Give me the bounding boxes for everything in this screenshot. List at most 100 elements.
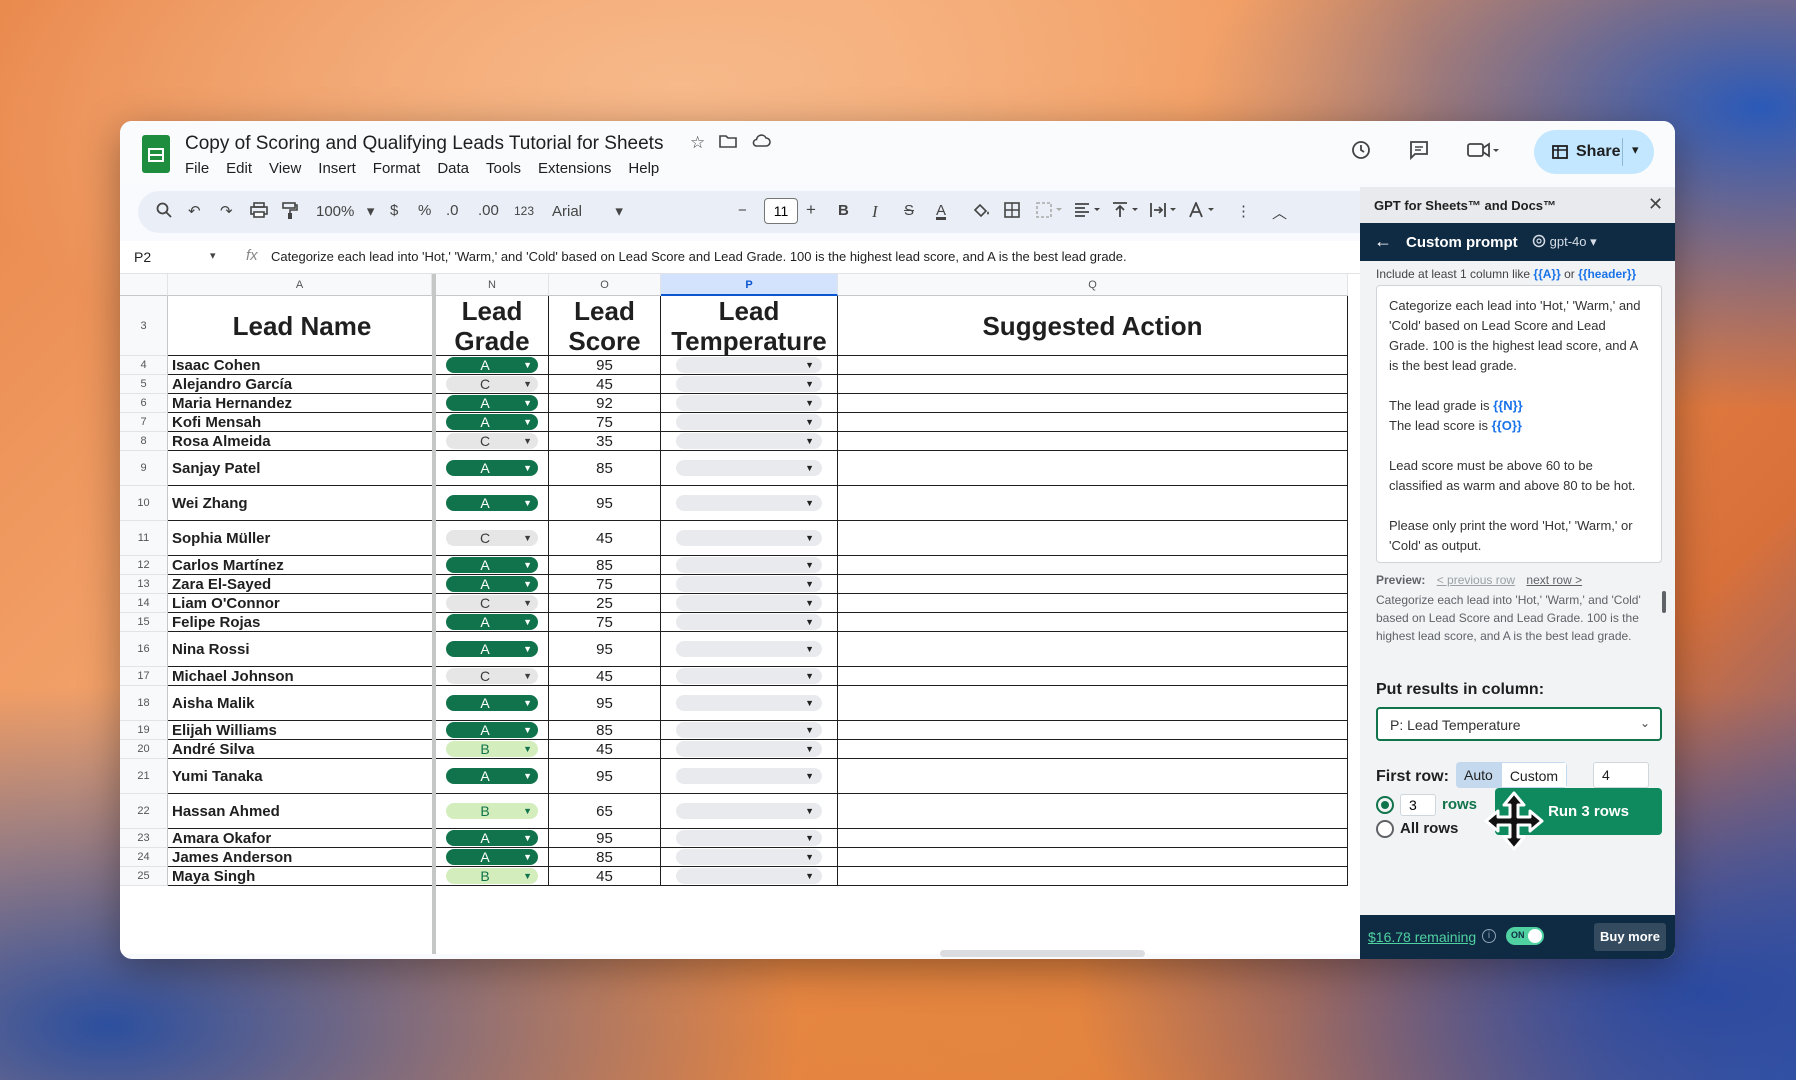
- lead-temperature-cell[interactable]: ▼: [661, 740, 838, 759]
- lead-name-cell[interactable]: Elijah Williams: [168, 721, 432, 740]
- lead-temperature-cell[interactable]: ▼: [661, 375, 838, 394]
- lead-grade-cell[interactable]: C ▼: [436, 375, 549, 394]
- lead-name-cell[interactable]: Alejandro García: [168, 375, 432, 394]
- lead-temperature-cell[interactable]: ▼: [661, 594, 838, 613]
- lead-name-cell[interactable]: Sophia Müller: [168, 521, 432, 556]
- temperature-dropdown-chip[interactable]: ▼: [676, 641, 822, 657]
- font-select[interactable]: Arial ▾: [552, 202, 623, 220]
- redo-icon[interactable]: ↷: [220, 202, 233, 220]
- lead-grade-cell[interactable]: C ▼: [436, 432, 549, 451]
- lead-grade-cell[interactable]: A ▼: [436, 848, 549, 867]
- lead-grade-cell[interactable]: A ▼: [436, 759, 549, 794]
- suggested-action-cell[interactable]: [838, 394, 1348, 413]
- suggested-action-cell[interactable]: [838, 829, 1348, 848]
- lead-temperature-cell[interactable]: ▼: [661, 356, 838, 375]
- temperature-dropdown-chip[interactable]: ▼: [676, 849, 822, 865]
- lead-name-cell[interactable]: Kofi Mensah: [168, 413, 432, 432]
- lead-temperature-cell[interactable]: ▼: [661, 575, 838, 594]
- temperature-dropdown-chip[interactable]: ▼: [676, 830, 822, 846]
- temperature-dropdown-chip[interactable]: ▼: [676, 722, 822, 738]
- lead-grade-header[interactable]: Lead Grade: [436, 296, 549, 356]
- suggested-action-cell[interactable]: [838, 451, 1348, 486]
- grade-dropdown-chip[interactable]: C ▼: [446, 595, 538, 611]
- print-icon[interactable]: [250, 202, 268, 222]
- lead-grade-cell[interactable]: C ▼: [436, 667, 549, 686]
- decrease-font-size-button[interactable]: −: [738, 202, 747, 219]
- temperature-dropdown-chip[interactable]: ▼: [676, 695, 822, 711]
- lead-temperature-cell[interactable]: ▼: [661, 556, 838, 575]
- suggested-action-cell[interactable]: [838, 740, 1348, 759]
- lead-grade-cell[interactable]: A ▼: [436, 575, 549, 594]
- temperature-dropdown-chip[interactable]: ▼: [676, 668, 822, 684]
- suggested-action-cell[interactable]: [838, 556, 1348, 575]
- suggested-action-cell[interactable]: [838, 356, 1348, 375]
- horizontal-align-icon[interactable]: [1074, 202, 1104, 222]
- menu-view[interactable]: View: [269, 160, 301, 177]
- horizontal-scrollbar[interactable]: [940, 950, 1145, 957]
- grade-dropdown-chip[interactable]: A ▼: [446, 641, 538, 657]
- row-number[interactable]: 22: [120, 794, 168, 829]
- suggested-action-cell[interactable]: [838, 667, 1348, 686]
- formula-input[interactable]: Categorize each lead into 'Hot,' 'Warm,'…: [271, 249, 1127, 264]
- suggested-action-cell[interactable]: [838, 594, 1348, 613]
- suggested-action-cell[interactable]: [838, 721, 1348, 740]
- lead-score-cell[interactable]: 45: [549, 375, 661, 394]
- name-box-dropdown-icon[interactable]: ▾: [210, 249, 216, 262]
- row-number[interactable]: 5: [120, 375, 168, 394]
- lead-score-header[interactable]: Lead Score: [549, 296, 661, 356]
- menu-format[interactable]: Format: [373, 160, 421, 177]
- temperature-dropdown-chip[interactable]: ▼: [676, 614, 822, 630]
- lead-temperature-cell[interactable]: ▼: [661, 794, 838, 829]
- temperature-dropdown-chip[interactable]: ▼: [676, 557, 822, 573]
- suggested-action-cell[interactable]: [838, 432, 1348, 451]
- preview-scrollbar[interactable]: [1662, 591, 1666, 613]
- lead-grade-cell[interactable]: A ▼: [436, 632, 549, 667]
- grade-dropdown-chip[interactable]: C ▼: [446, 530, 538, 546]
- column-header-n[interactable]: N: [436, 274, 549, 296]
- lead-temperature-cell[interactable]: ▼: [661, 721, 838, 740]
- lead-grade-cell[interactable]: B ▼: [436, 740, 549, 759]
- lead-score-cell[interactable]: 45: [549, 867, 661, 886]
- strikethrough-button[interactable]: S: [904, 202, 914, 219]
- lead-name-cell[interactable]: Isaac Cohen: [168, 356, 432, 375]
- lead-temperature-cell[interactable]: ▼: [661, 829, 838, 848]
- lead-score-cell[interactable]: 75: [549, 575, 661, 594]
- currency-format-button[interactable]: $: [390, 202, 398, 219]
- lead-grade-cell[interactable]: C ▼: [436, 594, 549, 613]
- temperature-dropdown-chip[interactable]: ▼: [676, 357, 822, 373]
- zoom-select[interactable]: 100% ▾: [316, 202, 374, 220]
- lead-name-header[interactable]: Lead Name: [168, 296, 432, 356]
- undo-icon[interactable]: ↶: [188, 202, 201, 220]
- lead-score-cell[interactable]: 45: [549, 740, 661, 759]
- info-icon[interactable]: i: [1482, 929, 1496, 943]
- row-number[interactable]: 4: [120, 356, 168, 375]
- lead-name-cell[interactable]: Hassan Ahmed: [168, 794, 432, 829]
- bold-button[interactable]: B: [838, 202, 849, 219]
- frozen-column-divider[interactable]: [432, 274, 436, 954]
- version-history-icon[interactable]: [1350, 139, 1372, 167]
- temperature-dropdown-chip[interactable]: ▼: [676, 376, 822, 392]
- lead-score-cell[interactable]: 92: [549, 394, 661, 413]
- decrease-decimal-button[interactable]: .0: [446, 202, 459, 219]
- menu-file[interactable]: File: [185, 160, 209, 177]
- grade-dropdown-chip[interactable]: C ▼: [446, 376, 538, 392]
- lead-name-cell[interactable]: Carlos Martínez: [168, 556, 432, 575]
- previous-row-link[interactable]: < previous row: [1437, 573, 1515, 587]
- grade-dropdown-chip[interactable]: A ▼: [446, 722, 538, 738]
- row-number[interactable]: 18: [120, 686, 168, 721]
- lead-grade-cell[interactable]: A ▼: [436, 451, 549, 486]
- lead-name-cell[interactable]: Liam O'Connor: [168, 594, 432, 613]
- lead-grade-cell[interactable]: A ▼: [436, 613, 549, 632]
- lead-name-cell[interactable]: Sanjay Patel: [168, 451, 432, 486]
- row-number[interactable]: 6: [120, 394, 168, 413]
- suggested-action-cell[interactable]: [838, 575, 1348, 594]
- temperature-dropdown-chip[interactable]: ▼: [676, 768, 822, 784]
- percent-format-button[interactable]: %: [418, 202, 431, 219]
- number-format-button[interactable]: 123: [514, 204, 534, 218]
- grade-dropdown-chip[interactable]: A ▼: [446, 576, 538, 592]
- name-box[interactable]: P2: [134, 249, 151, 265]
- lead-name-cell[interactable]: Zara El-Sayed: [168, 575, 432, 594]
- suggested-action-cell[interactable]: [838, 848, 1348, 867]
- row-number[interactable]: 14: [120, 594, 168, 613]
- results-column-select[interactable]: P: Lead Temperature ⌄: [1376, 707, 1662, 741]
